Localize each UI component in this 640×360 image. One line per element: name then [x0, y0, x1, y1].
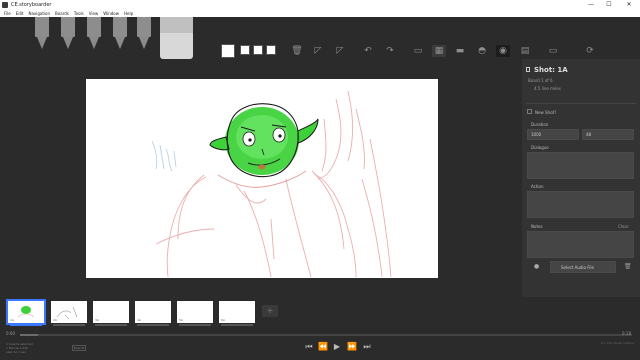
menu-file[interactable]: File: [4, 10, 11, 17]
boards-button[interactable]: Boards: [72, 345, 86, 351]
menu-tools[interactable]: Tools: [74, 10, 84, 17]
grid-icon[interactable]: ▦: [432, 45, 446, 57]
window-title: CE.storyboarder: [11, 2, 52, 8]
status-info: 0:1 100 Visual Outline: [600, 341, 634, 345]
board-inspector: Shot: 1A Board 1 of 6 4.5 line miles New…: [522, 59, 640, 297]
color-swatch-3[interactable]: [253, 45, 263, 55]
skip-back-icon[interactable]: ⏮: [303, 342, 315, 352]
drawing-canvas[interactable]: [86, 79, 438, 278]
onion-skin-icon[interactable]: ◓: [475, 45, 489, 57]
divider: [526, 103, 636, 104]
duration-ms-input[interactable]: 1000: [527, 129, 579, 140]
board-thumb-1[interactable]: 1A: [6, 299, 46, 326]
refresh-icon[interactable]: ⟳: [583, 45, 597, 57]
board-thumb-5[interactable]: 5A: [177, 301, 213, 326]
pencil-icon[interactable]: [60, 17, 76, 51]
board-thumb-2[interactable]: 2A: [51, 301, 87, 326]
fast-forward-icon[interactable]: ⏩: [346, 342, 358, 352]
undo-icon[interactable]: ↶: [361, 45, 375, 57]
color-swatch-4[interactable]: [266, 45, 276, 55]
action-label: Action: [531, 184, 544, 189]
color-swatch-1[interactable]: [221, 44, 235, 58]
layers-icon[interactable]: ▭: [546, 45, 560, 57]
notes-textarea[interactable]: [527, 231, 634, 258]
menu-view[interactable]: View: [89, 10, 99, 17]
board-thumb-duration: [221, 324, 253, 326]
select-audio-button[interactable]: Select Audio File: [550, 261, 616, 273]
timeline-scrubber[interactable]: [20, 334, 632, 336]
caption-icon[interactable]: ▤: [518, 45, 532, 57]
board-thumb-duration: [137, 324, 169, 326]
drawing-stage: [0, 59, 522, 294]
fill-icon[interactable]: ◸: [311, 45, 325, 57]
play-icon[interactable]: ▶: [331, 342, 343, 352]
board-thumb-duration: [10, 324, 42, 326]
eraser-icon[interactable]: [160, 17, 193, 59]
notes-label: Notes: [531, 224, 543, 229]
brush-icon[interactable]: [112, 17, 128, 51]
move-icon[interactable]: ◸: [333, 45, 347, 57]
duration-label: Duration: [531, 122, 549, 127]
duration-frames-input[interactable]: 48: [582, 129, 634, 140]
dialogue-label: Dialogue: [531, 145, 549, 150]
trash-icon[interactable]: 🗑: [290, 45, 304, 57]
menu-navigation[interactable]: Navigation: [28, 10, 50, 17]
pen-icon[interactable]: [86, 17, 102, 51]
new-shot-label: New Shot?: [535, 110, 557, 115]
layout-icon[interactable]: ▬: [453, 45, 467, 57]
light-box-icon[interactable]: ▭: [411, 45, 425, 57]
dialogue-textarea[interactable]: [527, 152, 634, 179]
status-bar: 1 boards selected 1 Mouse 1,000 Last 1A …: [0, 338, 640, 360]
delete-audio-icon[interactable]: 🗑: [624, 263, 632, 270]
board-thumb-label: 4A: [137, 318, 141, 322]
app-window: CE.storyboarder — ☐ ✕ File Edit Navigati…: [0, 0, 640, 360]
time-end: 0:18: [622, 331, 631, 336]
new-shot-checkbox[interactable]: [527, 109, 532, 114]
menu-boards[interactable]: Boards: [55, 10, 69, 17]
minimize-button[interactable]: —: [584, 0, 598, 10]
action-textarea[interactable]: [527, 191, 634, 218]
board-thumb-duration: [53, 324, 85, 326]
shot-title: Shot: 1A: [534, 66, 568, 74]
redo-icon[interactable]: ↷: [383, 45, 397, 57]
board-thumb-4[interactable]: 4A: [135, 301, 171, 326]
board-thumb-duration: [179, 324, 211, 326]
status-meta-3: Last 1A 1 sec: [6, 350, 27, 354]
board-thumb-6[interactable]: 6A: [219, 301, 255, 326]
menu-help[interactable]: Help: [124, 10, 133, 17]
board-count: Board 1 of 6: [528, 78, 553, 83]
menu-edit[interactable]: Edit: [16, 10, 24, 17]
board-timeline: 1A 2A 3A 4A 5A 6A +: [0, 297, 522, 331]
color-swatch-2[interactable]: [240, 45, 250, 55]
note-pen-icon[interactable]: [136, 17, 152, 51]
board-thumb-label: 2A: [53, 318, 57, 322]
time-start: 0:00: [6, 331, 15, 336]
shot-icon: [526, 67, 530, 72]
toolbar: 🗑 ◸ ◸ ↶ ↷ ▭ ▦ ▬ ◓ ◉ ▤ ▭ ⟳: [0, 17, 640, 59]
audio-row: ● Select Audio File 🗑: [526, 261, 636, 275]
board-thumb-3[interactable]: 3A: [93, 301, 129, 326]
record-icon[interactable]: ●: [534, 263, 539, 270]
light-icon[interactable]: ◉: [496, 45, 510, 57]
board-thumb-duration: [95, 324, 127, 326]
menu-window[interactable]: Window: [103, 10, 119, 17]
board-thumb-label: 3A: [95, 318, 99, 322]
title-bar: CE.storyboarder — ☐ ✕: [0, 0, 640, 10]
notes-clear-button[interactable]: Clear: [618, 224, 628, 229]
app-icon: [2, 2, 8, 8]
board-thumb-label: 5A: [179, 318, 183, 322]
board-thumb-label: 1A: [10, 318, 14, 322]
menu-bar: File Edit Navigation Boards Tools View W…: [0, 10, 640, 17]
skip-forward-icon[interactable]: ⏭: [361, 342, 373, 352]
maximize-button[interactable]: ☐: [602, 0, 616, 10]
timeline-progress: [20, 334, 39, 336]
close-button[interactable]: ✕: [622, 0, 636, 10]
duration-note: 4.5 line miles: [534, 86, 561, 91]
board-thumb-label: 6A: [221, 318, 225, 322]
sketch-drawing: [151, 90, 392, 278]
add-board-button[interactable]: +: [262, 305, 278, 317]
light-pencil-icon[interactable]: [34, 17, 50, 51]
rewind-icon[interactable]: ⏪: [317, 342, 329, 352]
